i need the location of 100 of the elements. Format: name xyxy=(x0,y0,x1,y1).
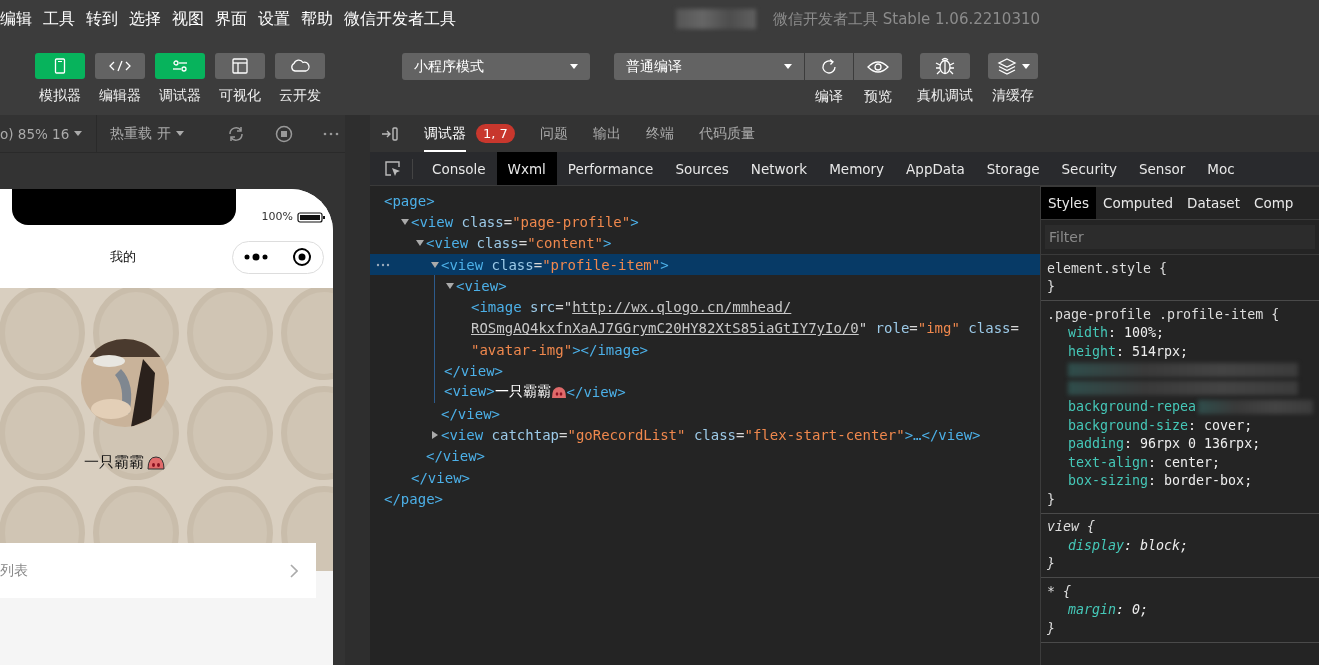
page-title: 我的 xyxy=(110,248,136,266)
code-line: <image src="http://wx.qlogo.cn/mmhead/ xyxy=(471,299,792,316)
css-selector: element.style { xyxy=(1047,260,1168,276)
pig-nose-icon xyxy=(550,385,567,399)
closing-brace: } xyxy=(1047,279,1055,295)
phone-icon xyxy=(54,58,66,74)
styles-tab[interactable]: Computed xyxy=(1095,187,1181,219)
panel-tab[interactable]: 终端 xyxy=(645,115,674,152)
css-selector: .page-profile .profile-item { xyxy=(1047,306,1280,322)
devtools-tab[interactable]: Console xyxy=(421,152,497,185)
closing-brace: } xyxy=(1047,491,1055,507)
expand-arrow-icon[interactable] xyxy=(400,216,410,227)
menu-item[interactable]: 转到 xyxy=(86,8,118,30)
css-property: display: block; xyxy=(1068,537,1189,553)
css-property: padding: 96rpx 0 136rpx; xyxy=(1068,436,1261,452)
devtools-tab[interactable]: Security xyxy=(1050,152,1128,185)
caret-icon xyxy=(570,64,578,69)
code-line: </page> xyxy=(384,490,443,507)
devtools-tab[interactable]: Sources xyxy=(664,152,740,185)
close-target-icon[interactable] xyxy=(292,247,312,267)
devtools-tab[interactable]: Performance xyxy=(556,152,665,185)
toolbar-button[interactable] xyxy=(920,53,970,79)
styles-tab[interactable]: Styles xyxy=(1041,187,1096,219)
code-line: <page> xyxy=(384,192,435,209)
view-toggle-button[interactable] xyxy=(215,53,265,79)
menu-item[interactable]: 工具 xyxy=(43,8,75,30)
more-icon[interactable] xyxy=(244,253,270,261)
styles-tab[interactable]: Comp xyxy=(1246,187,1301,219)
view-toggle-button[interactable] xyxy=(275,53,325,79)
styles-tab[interactable]: Dataset xyxy=(1180,187,1247,219)
code-line: "avatar-img"></image> xyxy=(471,341,648,358)
panel-tab[interactable]: 代码质量 xyxy=(698,115,755,152)
expand-arrow-icon[interactable] xyxy=(445,280,455,291)
dock-icon[interactable] xyxy=(381,125,399,142)
css-property: background-repea xyxy=(1068,399,1197,415)
closing-brace: } xyxy=(1047,556,1055,572)
eye-icon xyxy=(867,59,889,74)
devtools-tab[interactable]: Network xyxy=(739,152,819,185)
code-line: <view class="content"> xyxy=(426,235,612,252)
css-property: box-sizing: border-box; xyxy=(1068,473,1253,489)
menu-item[interactable]: 微信开发者工具 xyxy=(344,8,456,30)
caret-icon xyxy=(1021,63,1030,69)
layers-icon xyxy=(996,57,1017,75)
button-label: 编译 xyxy=(815,88,843,106)
expand-arrow-icon[interactable] xyxy=(430,259,440,270)
more-icon xyxy=(376,262,390,267)
devtools-tab[interactable]: Sensor xyxy=(1127,152,1197,185)
code-line: <view class="profile-item"> xyxy=(441,256,669,273)
menu-item[interactable]: 选择 xyxy=(129,8,161,30)
compile-select[interactable]: 普通编译 xyxy=(614,53,804,80)
menu-item[interactable]: 设置 xyxy=(258,8,290,30)
view-toggle-button[interactable] xyxy=(155,53,205,79)
panel-tab[interactable]: 问题 xyxy=(539,115,568,152)
css-property: background-size: cover; xyxy=(1068,417,1253,433)
menu-item[interactable]: 视图 xyxy=(172,8,204,30)
mode-select[interactable]: 小程序模式 xyxy=(402,53,590,80)
button-label: 清缓存 xyxy=(992,87,1034,105)
stop-icon[interactable] xyxy=(275,124,293,143)
rotate-icon[interactable] xyxy=(227,124,245,143)
code-line: </view> xyxy=(426,448,485,465)
css-selector: * { xyxy=(1047,583,1072,599)
toolbar-button[interactable] xyxy=(854,53,902,80)
bug-icon xyxy=(935,56,955,76)
layout-icon xyxy=(232,58,248,74)
code-line: <view catchtap="goRecordList" class="flex-start-center">…</view> xyxy=(441,426,981,443)
button-label: 调试器 xyxy=(159,87,201,105)
filter-field[interactable]: Filter xyxy=(1045,225,1315,249)
menu-item[interactable]: 界面 xyxy=(215,8,247,30)
zoom-select[interactable]: o) 85% 16 xyxy=(0,125,70,142)
menu-item[interactable]: 编辑 xyxy=(0,8,32,30)
menu-item[interactable]: 帮助 xyxy=(301,8,333,30)
css-property: width: 100%; xyxy=(1068,325,1165,341)
closing-brace: } xyxy=(1047,620,1055,636)
sliders-icon xyxy=(172,59,188,73)
view-toggle-button[interactable] xyxy=(95,53,145,79)
button-label: 模拟器 xyxy=(39,87,81,105)
devtools-tab[interactable]: AppData xyxy=(895,152,976,185)
hot-reload-toggle[interactable]: 热重载 开 xyxy=(110,124,171,143)
devtools-tab[interactable]: Memory xyxy=(818,152,896,185)
code-line: <view> xyxy=(456,277,507,294)
code-line: <view class="page-profile"> xyxy=(411,213,639,230)
selected-row[interactable]: <view class="profile-item"> xyxy=(370,253,1040,276)
view-toggle-button[interactable] xyxy=(35,53,85,79)
battery-icon xyxy=(297,211,325,223)
error-count-badge: 1, 7 xyxy=(476,124,515,143)
button-label: 预览 xyxy=(864,88,892,106)
button-label: 云开发 xyxy=(279,87,321,105)
devtools-tab[interactable]: Moc xyxy=(1196,152,1246,185)
toolbar-button[interactable] xyxy=(988,53,1038,79)
devtools-tab[interactable]: Storage xyxy=(975,152,1051,185)
caret-icon xyxy=(175,131,184,136)
inspect-icon[interactable] xyxy=(384,159,402,178)
toolbar-button[interactable] xyxy=(805,53,853,80)
panel-tab[interactable]: 输出 xyxy=(592,115,621,152)
window-title: 微信开发者工具 Stable 1.06.2210310 xyxy=(773,9,1041,29)
devtools-tab[interactable]: Wxml xyxy=(496,152,557,185)
collapse-arrow-icon[interactable] xyxy=(430,429,440,440)
select-value: 小程序模式 xyxy=(414,57,484,76)
cloud-icon xyxy=(289,59,311,73)
css-property: height: 514rpx; xyxy=(1068,343,1189,359)
